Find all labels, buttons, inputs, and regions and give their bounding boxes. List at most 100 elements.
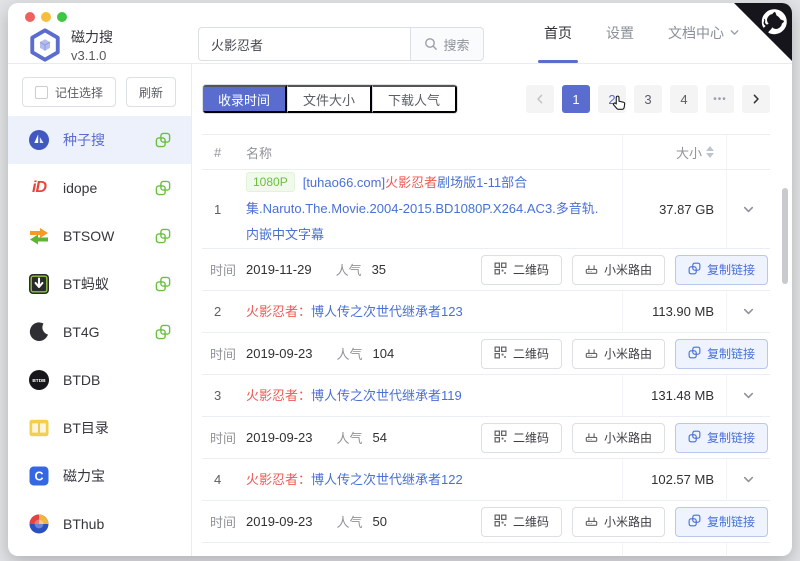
- header-size-sort[interactable]: 大小: [622, 135, 726, 169]
- result-row: 1 1080P [tuhao66.com]火影忍者剧场版1-11部合集.Naruto…: [202, 170, 770, 249]
- sidebar-item-bt4g[interactable]: BT4G: [8, 308, 191, 356]
- main-content: 收录时间 文件大小 下载人气 1 2 3 4 ••• # 名称 大小 1 1080P [tuha…: [192, 64, 792, 556]
- scrollbar[interactable]: [782, 188, 788, 284]
- search-icon: [425, 38, 438, 51]
- xiaomi-router-button[interactable]: 小米路由: [571, 338, 665, 369]
- router-icon: [585, 514, 598, 530]
- sidebar-item-idope[interactable]: iD idope: [8, 164, 191, 212]
- nav-item-home[interactable]: 首页: [538, 3, 578, 63]
- pagination-next-button[interactable]: [742, 85, 770, 113]
- popularity-label: 人气: [336, 431, 363, 446]
- qrcode-button[interactable]: 二维码: [480, 254, 562, 285]
- search-group: 搜索: [198, 27, 484, 61]
- xiaomi-router-button[interactable]: 小米路由: [571, 506, 665, 537]
- result-meta-row: 时间 2019-09-23 人气 54 二维码 小米路由 复制链接: [202, 417, 770, 459]
- pagination-page-1[interactable]: 1: [562, 85, 590, 113]
- torrent-title-link[interactable]: 火影忍者：博人传之次世代继承者123: [246, 304, 463, 319]
- app-version: v3.1.0: [71, 48, 107, 63]
- row-name-cell: 火影忍者：博人传之次世代继承者119: [246, 383, 622, 409]
- pagination-prev-button[interactable]: [526, 85, 554, 113]
- row-expand-cell: [726, 170, 770, 248]
- btsow-icon: [28, 225, 50, 247]
- expand-row-button[interactable]: [742, 305, 755, 318]
- top-nav: 首页 设置 文档中心: [538, 3, 740, 63]
- expand-row-button[interactable]: [742, 473, 755, 486]
- sidebar-item-cilibao[interactable]: C 磁力宝: [8, 452, 191, 500]
- pagination-page-3[interactable]: 3: [634, 85, 662, 113]
- qrcode-button[interactable]: 二维码: [480, 506, 562, 537]
- expand-row-button[interactable]: [742, 203, 755, 216]
- sort-tab-group: 收录时间 文件大小 下载人气: [202, 84, 459, 114]
- svg-text:C: C: [34, 470, 43, 484]
- sidebar-item-zhongzisou[interactable]: 种子搜: [8, 116, 191, 164]
- torrent-title-link[interactable]: 博人传-火影忍者新时代121: [246, 556, 402, 557]
- maximize-window-button[interactable]: [57, 12, 67, 22]
- pagination-page-2[interactable]: 2: [598, 85, 626, 113]
- search-button[interactable]: 搜索: [410, 27, 484, 61]
- title-segment: 新时代121: [341, 556, 402, 557]
- pagination-page-4[interactable]: 4: [670, 85, 698, 113]
- sidebar-item-btdb[interactable]: BTDB BTDB: [8, 356, 191, 404]
- sidebar-item-bthub[interactable]: BThub: [8, 500, 191, 548]
- sidebar-item-label: idope: [63, 180, 98, 196]
- btmayi-icon: [28, 273, 50, 295]
- time-value: 2019-09-23: [246, 514, 313, 529]
- xiaomi-router-button[interactable]: 小米路由: [571, 422, 665, 453]
- copy-link-button[interactable]: 复制链接: [674, 506, 768, 537]
- pagination: 1 2 3 4 •••: [526, 85, 770, 113]
- torrent-title-link[interactable]: 1080P [tuhao66.com]火影忍者剧场版1-11部合集.Naruto.…: [246, 172, 598, 242]
- title-segment: 博人传之次世代继承者122: [311, 471, 463, 487]
- sort-tab-0[interactable]: 收录时间: [203, 85, 288, 113]
- btmulu-icon: [28, 417, 50, 439]
- sidebar: 记住选择 刷新 种子搜 iD idope BTSOW BT蚂蚁 BT4G BTDB BTDB B…: [8, 64, 192, 556]
- copy-link-button[interactable]: 复制链接: [674, 338, 768, 369]
- copy-link-button[interactable]: 复制链接: [674, 254, 768, 285]
- remember-choice-button[interactable]: 记住选择: [22, 77, 117, 107]
- expand-row-button[interactable]: [742, 389, 755, 402]
- zhongzisou-icon: [28, 129, 50, 151]
- popularity-value: 35: [371, 262, 387, 277]
- sidebar-item-btmayi[interactable]: BT蚂蚁: [8, 260, 191, 308]
- search-input[interactable]: [198, 27, 410, 61]
- row-size: 131.48 MB: [622, 375, 726, 416]
- sidebar-item-btsow[interactable]: BTSOW: [8, 212, 191, 260]
- title-highlight: 火影忍者：: [246, 387, 312, 403]
- pagination-more-button[interactable]: •••: [706, 85, 734, 113]
- torrent-title-link[interactable]: 火影忍者：博人传之次世代继承者119: [246, 388, 462, 403]
- bt4g-icon: [28, 321, 50, 343]
- qrcode-button[interactable]: 二维码: [480, 422, 562, 453]
- traffic-lights: [25, 12, 67, 22]
- time-label: 时间: [210, 515, 237, 530]
- minimize-window-button[interactable]: [41, 12, 51, 22]
- sidebar-item-label: 磁力宝: [63, 468, 105, 484]
- popularity-label: 人气: [336, 515, 363, 530]
- bthub-icon: [28, 513, 50, 535]
- row-name-cell: 火影忍者：博人传之次世代继承者123: [246, 299, 622, 325]
- time-value: 2019-09-23: [246, 430, 313, 445]
- router-icon: [585, 346, 598, 362]
- row-size: 113.90 MB: [622, 291, 726, 332]
- torrent-title-link[interactable]: 火影忍者：博人传之次世代继承者122: [246, 472, 463, 487]
- title-highlight: 火影忍者: [385, 175, 438, 190]
- router-icon: [585, 262, 598, 278]
- nav-item-settings[interactable]: 设置: [606, 3, 634, 63]
- time-label: 时间: [210, 347, 237, 362]
- close-window-button[interactable]: [25, 12, 35, 22]
- sort-tab-2[interactable]: 下载人气: [372, 85, 458, 113]
- title-highlight: 火影忍者: [289, 556, 341, 557]
- row-expand-cell: [726, 375, 770, 416]
- qrcode-button[interactable]: 二维码: [480, 338, 562, 369]
- copy-link-button[interactable]: 复制链接: [674, 422, 768, 453]
- popularity-value: 54: [372, 430, 387, 445]
- qrcode-icon: [494, 262, 507, 278]
- nav-item-label: 设置: [606, 25, 634, 41]
- sort-tab-1[interactable]: 文件大小: [287, 85, 373, 113]
- xiaomi-router-button[interactable]: 小米路由: [571, 254, 665, 285]
- sidebar-item-btmulu[interactable]: BT目录: [8, 404, 191, 452]
- btdb-icon: BTDB: [28, 369, 50, 391]
- row-name-cell: 博人传-火影忍者新时代121: [246, 551, 622, 557]
- remember-choice-checkbox[interactable]: [35, 85, 48, 99]
- refresh-button[interactable]: 刷新: [126, 77, 177, 107]
- popularity-label: 人气: [336, 347, 363, 362]
- nav-item-docs[interactable]: 文档中心: [668, 3, 740, 63]
